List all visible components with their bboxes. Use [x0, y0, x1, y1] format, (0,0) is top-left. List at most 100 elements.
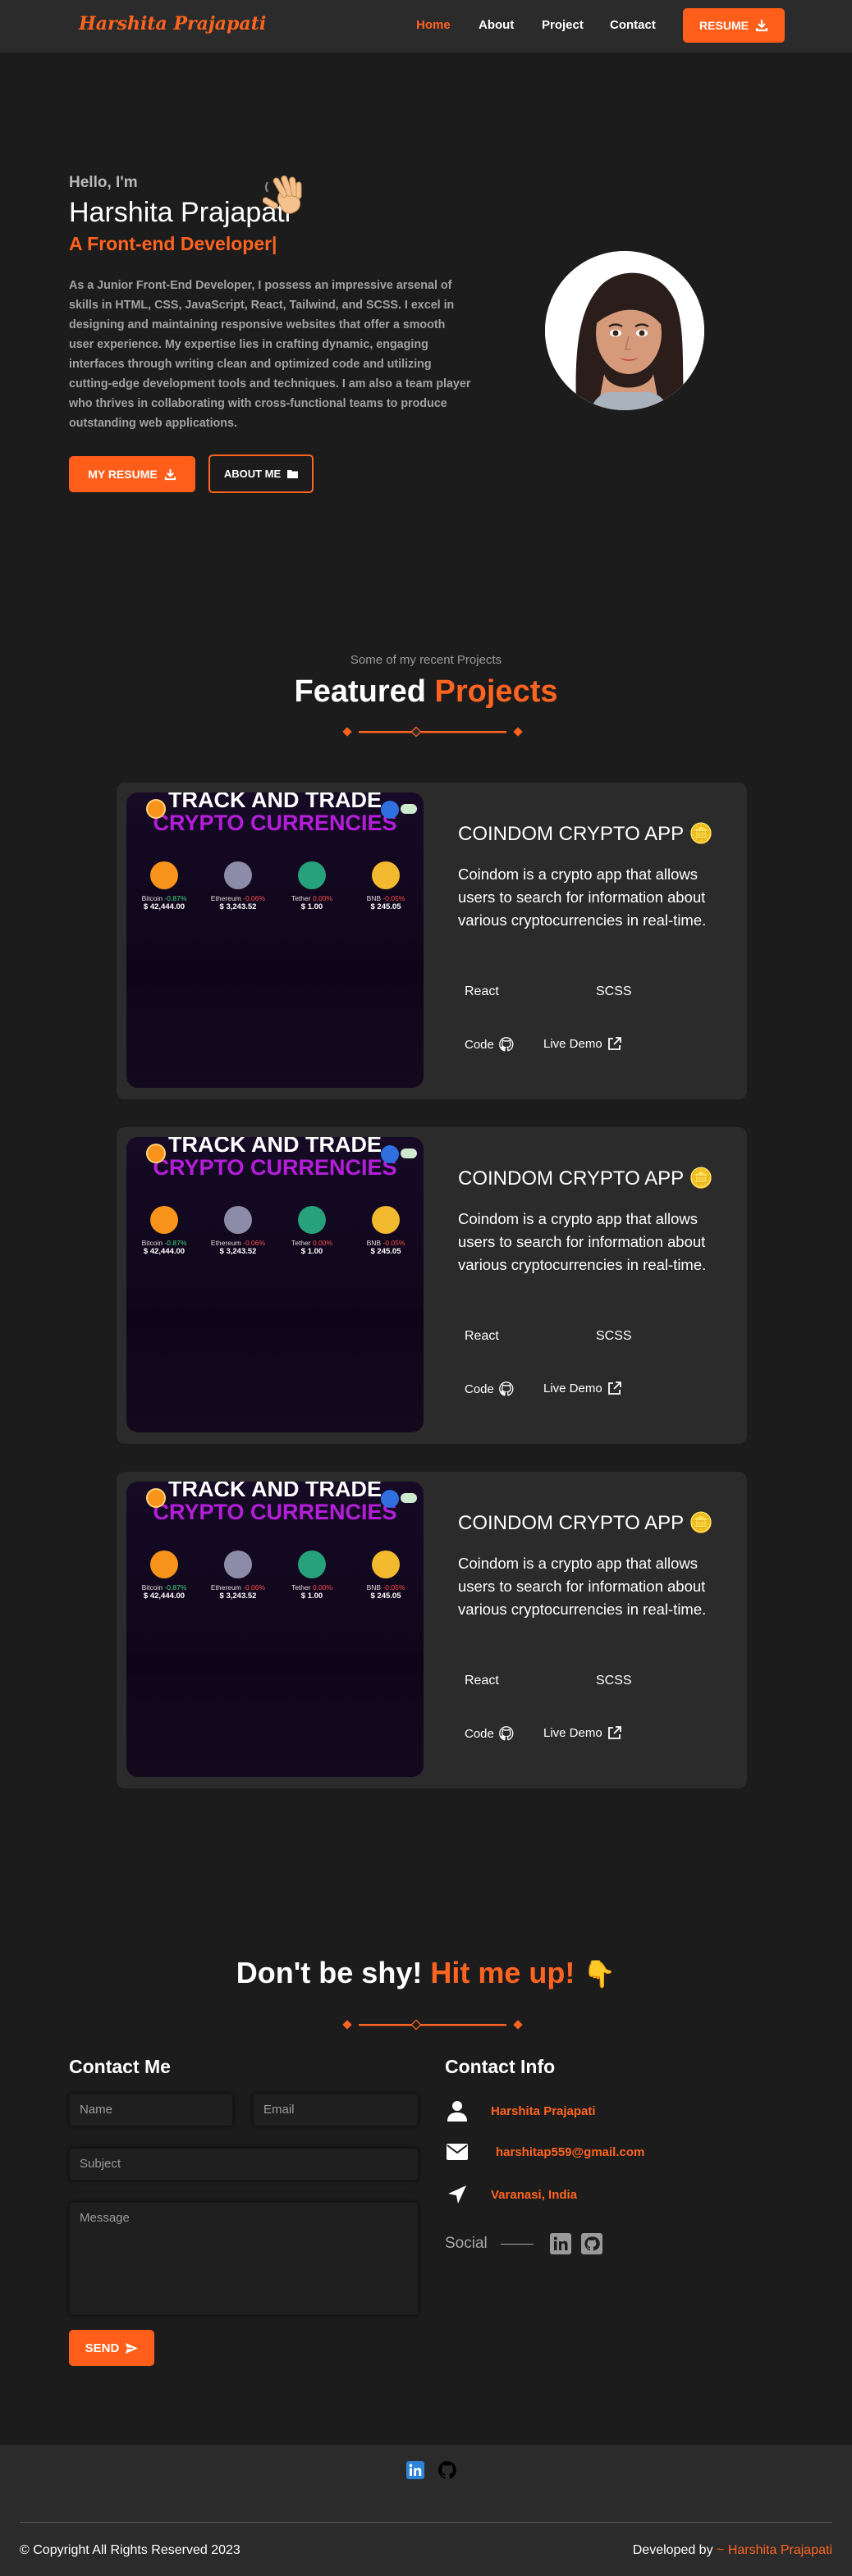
coin-tile: BNB -0.05% $ 245.05	[353, 861, 419, 911]
coin-logo-icon	[298, 861, 326, 889]
resume-button[interactable]: RESUME	[683, 8, 785, 43]
coin-change: 0.00%	[312, 894, 333, 902]
code-link-label: Code	[465, 1726, 494, 1741]
coin-tile: Tether 0.00% $ 1.00	[279, 1206, 345, 1256]
coin-name: Tether	[291, 1583, 311, 1592]
code-link[interactable]: Code	[465, 1037, 514, 1052]
coin-tile: Bitcoin -0.87% $ 42,444.00	[131, 1206, 197, 1256]
coin-price: $ 1.00	[300, 902, 323, 911]
github-icon	[499, 1382, 514, 1396]
coin-tile: Bitcoin -0.87% $ 42,444.00	[131, 861, 197, 911]
toggle-icon	[401, 1493, 417, 1503]
waving-hand-icon	[263, 175, 302, 214]
copyright-text: © Copyright All Rights Reserved 2023	[20, 2543, 240, 2557]
live-demo-link[interactable]: Live Demo	[543, 1382, 621, 1395]
project-screenshot[interactable]: TRACK AND TRADE CRYPTO CURRENCIES Bitcoi…	[126, 792, 424, 1088]
coin-price: $ 3,243.52	[219, 1247, 257, 1256]
social-label: Social	[445, 2235, 488, 2252]
project-screenshot[interactable]: TRACK AND TRADE CRYPTO CURRENCIES Bitcoi…	[126, 1482, 424, 1777]
coin-name: Ethereum	[210, 894, 241, 902]
coin-name: Tether	[291, 894, 311, 902]
tech-tag: SCSS	[596, 984, 632, 998]
tech-tag: SCSS	[596, 1329, 632, 1343]
coin-name: Bitcoin	[141, 894, 163, 902]
project-card: TRACK AND TRADE CRYPTO CURRENCIES Bitcoi…	[117, 1127, 747, 1444]
coin-change: -0.87%	[164, 1583, 187, 1592]
email-input[interactable]: Email	[253, 2094, 419, 2126]
code-link[interactable]: Code	[465, 1726, 514, 1741]
info-email[interactable]: harshitap559@gmail.com	[496, 2145, 644, 2159]
my-resume-label: MY RESUME	[88, 468, 158, 481]
nav-link-home[interactable]: Home	[416, 18, 451, 32]
coin-change: -0.06%	[243, 1239, 266, 1247]
developed-by-label: Developed by	[632, 2543, 713, 2557]
contact-info-heading: Contact Info	[445, 2056, 556, 2077]
coin-logo-icon	[224, 861, 252, 889]
coin-change: -0.87%	[164, 1239, 187, 1247]
coin-name: BNB	[366, 1583, 382, 1592]
coin-logo-icon	[224, 1206, 252, 1234]
message-textarea[interactable]: Message	[69, 2202, 419, 2315]
coin-tile: Tether 0.00% $ 1.00	[279, 1551, 345, 1601]
github-icon[interactable]	[581, 2233, 602, 2254]
contact-me-heading: Contact Me	[69, 2056, 171, 2077]
subject-input[interactable]: Subject	[69, 2148, 419, 2181]
footer-linkedin-icon[interactable]	[406, 2461, 424, 2479]
coin-name: Bitcoin	[141, 1239, 163, 1247]
my-resume-button[interactable]: MY RESUME	[69, 456, 195, 492]
footer-divider	[20, 2522, 832, 2523]
coin-logo-icon	[150, 861, 178, 889]
coin-logo-icon	[150, 1551, 178, 1578]
send-button[interactable]: SEND	[69, 2330, 154, 2366]
about-me-button[interactable]: ABOUT ME	[208, 454, 314, 493]
project-card: TRACK AND TRADE CRYPTO CURRENCIES Bitcoi…	[117, 1472, 747, 1788]
coin-price: $ 245.05	[370, 902, 401, 911]
coin-tile: Tether 0.00% $ 1.00	[279, 861, 345, 911]
mail-icon	[445, 2140, 470, 2164]
coin-price: $ 42,444.00	[143, 902, 186, 911]
coin-price: $ 3,243.52	[219, 902, 257, 911]
live-demo-link[interactable]: Live Demo	[543, 1037, 621, 1051]
contact-title-main: Don't be shy!	[236, 1956, 423, 1989]
eth-badge-icon	[381, 1490, 399, 1508]
eth-badge-icon	[381, 1145, 399, 1163]
coin-logo-icon	[298, 1206, 326, 1234]
nav-link-about[interactable]: About	[479, 18, 514, 32]
coin-logo-icon	[150, 1206, 178, 1234]
site-logo[interactable]: Harshita Prajapati	[79, 13, 266, 34]
tech-tag: React	[465, 1674, 499, 1688]
coin-change: 0.00%	[312, 1239, 333, 1247]
hero-bio: As a Junior Front-End Developer, I posse…	[69, 279, 471, 430]
nav-link-project[interactable]: Project	[542, 18, 584, 32]
developer-name[interactable]: ~ Harshita Prajapati	[717, 2543, 832, 2557]
coin-change: -0.87%	[164, 894, 187, 902]
coin-price: $ 245.05	[370, 1247, 401, 1256]
contact-divider	[342, 2019, 523, 2030]
project-title: COINDOM CRYPTO APP 🪙	[458, 1512, 714, 1534]
footer-github-icon[interactable]	[438, 2461, 456, 2479]
bitcoin-badge-icon	[146, 799, 166, 819]
coin-logo-icon	[224, 1551, 252, 1578]
projects-subtitle: Some of my recent Projects	[350, 653, 502, 667]
project-screenshot[interactable]: TRACK AND TRADE CRYPTO CURRENCIES Bitcoi…	[126, 1137, 424, 1432]
coin-logo-icon	[372, 861, 400, 889]
nav-link-contact[interactable]: Contact	[610, 18, 656, 32]
info-location-row: Varanasi, India	[445, 2182, 577, 2207]
coin-tile: BNB -0.05% $ 245.05	[353, 1551, 419, 1601]
coin-change: -0.05%	[382, 894, 405, 902]
project-description: Coindom is a crypto app that allows user…	[458, 866, 707, 929]
code-link-label: Code	[465, 1037, 494, 1052]
coin-name: Ethereum	[210, 1583, 241, 1592]
live-demo-link[interactable]: Live Demo	[543, 1726, 621, 1740]
contact-title: Don't be shy! Hit me up! 👇	[0, 1956, 852, 1990]
contact-title-accent: Hit me up!	[430, 1956, 575, 1989]
download-icon	[164, 468, 176, 480]
info-name: Harshita Prajapati	[491, 2103, 596, 2118]
coin-tile: BNB -0.05% $ 245.05	[353, 1206, 419, 1256]
coin-price: $ 1.00	[300, 1592, 323, 1601]
navbar: Harshita Prajapati Home About Project Co…	[0, 0, 852, 53]
code-link[interactable]: Code	[465, 1382, 514, 1396]
name-input[interactable]: Name	[69, 2094, 233, 2126]
coin-price: $ 245.05	[370, 1592, 401, 1601]
linkedin-icon[interactable]	[550, 2233, 571, 2254]
